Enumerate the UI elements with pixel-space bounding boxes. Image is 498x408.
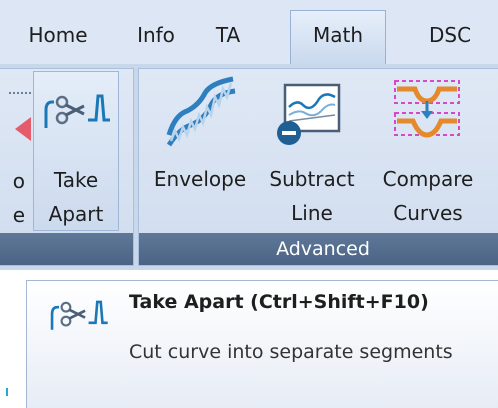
- scissors-curve-icon: [50, 300, 108, 330]
- compare-curves-label-2: Curves: [393, 201, 463, 225]
- subtract-line-button[interactable]: Subtract Line: [257, 71, 367, 231]
- ribbon-tab-bar: Home Info TA Math DSC: [0, 0, 498, 64]
- envelope-label: Envelope: [153, 167, 247, 191]
- ribbon-panel: o e Take Apart Envelope Subtract Line Co…: [0, 64, 498, 270]
- tab-dsc[interactable]: DSC: [410, 14, 490, 56]
- cursor-mark: [6, 388, 8, 396]
- tab-info[interactable]: Info: [124, 14, 188, 56]
- tab-home[interactable]: Home: [14, 14, 102, 56]
- tooltip-take-apart: Take Apart (Ctrl+Shift+F10) Cut curve in…: [26, 280, 498, 408]
- tooltip-title: Take Apart (Ctrl+Shift+F10): [129, 291, 429, 313]
- subtract-line-icon: [277, 83, 341, 145]
- partial-icon: [9, 92, 31, 141]
- subtract-line-label-1: Subtract: [269, 167, 355, 191]
- tab-ta[interactable]: TA: [202, 14, 254, 56]
- ribbon-group-label-advanced: Advanced: [139, 233, 498, 265]
- compare-curves-button[interactable]: Compare Curves: [373, 71, 483, 231]
- envelope-button[interactable]: Envelope: [143, 71, 257, 231]
- document-area-edge: [0, 280, 26, 408]
- envelope-curve-icon: [166, 76, 236, 147]
- compare-curves-icon: [394, 80, 460, 138]
- tab-math[interactable]: Math: [290, 10, 386, 64]
- scissors-curve-icon: [44, 94, 110, 128]
- partial-ribbon-button[interactable]: o e: [0, 69, 31, 233]
- compare-curves-label-1: Compare: [382, 167, 474, 191]
- partial-button-label-1: o: [12, 169, 25, 193]
- partial-button-label-2: e: [12, 203, 25, 227]
- ribbon-group-label-partial: [0, 233, 133, 265]
- ribbon-group-partial: o e Take Apart: [0, 68, 134, 266]
- ribbon-group-advanced: Envelope Subtract Line Compare Curves Ad…: [138, 68, 498, 266]
- app-window: Home Info TA Math DSC o e Take Apart Env…: [0, 0, 498, 408]
- take-apart-label-2: Apart: [48, 202, 104, 226]
- subtract-line-label-2: Line: [291, 201, 333, 225]
- take-apart-button[interactable]: Take Apart: [33, 71, 119, 231]
- tooltip-description: Cut curve into separate segments: [129, 341, 453, 363]
- take-apart-label-1: Take: [53, 168, 99, 192]
